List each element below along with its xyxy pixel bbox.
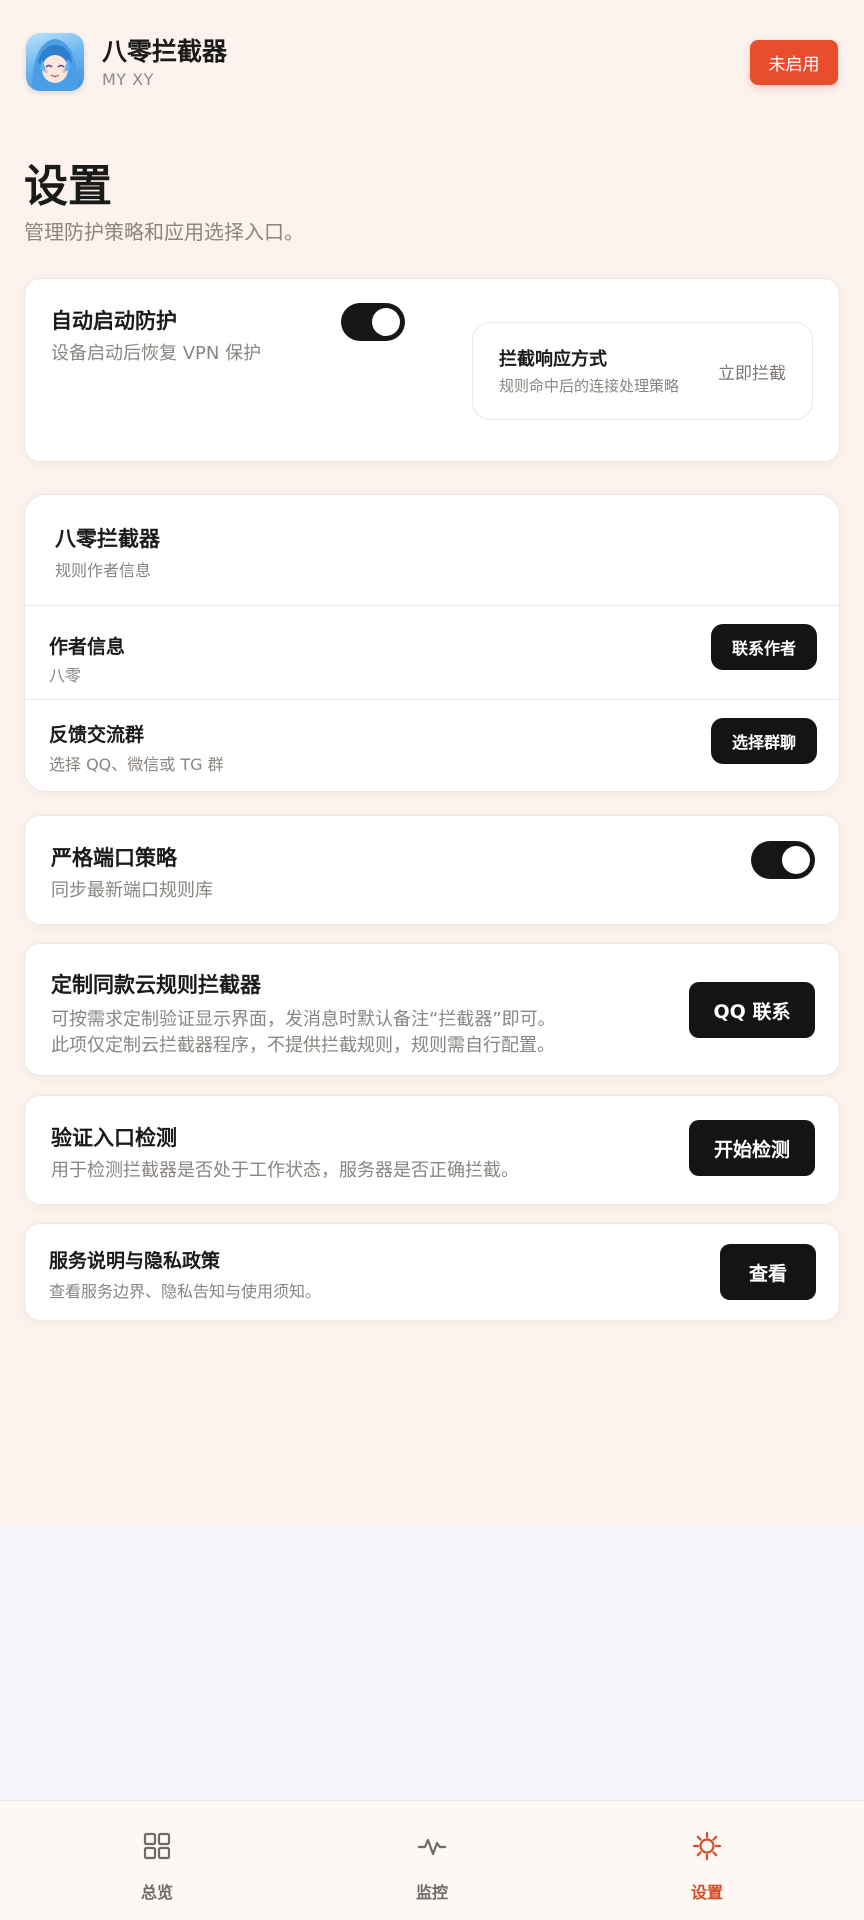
app-avatar[interactable] bbox=[26, 33, 84, 91]
choose-group-button[interactable]: 选择群聊 bbox=[711, 718, 817, 764]
toggle-knob bbox=[372, 308, 400, 336]
author-row-desc: 八零 bbox=[49, 666, 82, 685]
response-mode-title: 拦截响应方式 bbox=[499, 349, 607, 370]
app-name: 八零拦截器 bbox=[102, 37, 228, 66]
author-card: 八零拦截器 规则作者信息 作者信息 八零 联系作者 反馈交流群 选择 QQ、微信… bbox=[24, 494, 841, 793]
empty-area bbox=[0, 1525, 864, 1800]
nav-item-overview[interactable]: 总览 bbox=[97, 1801, 217, 1920]
strict-port-desc: 同步最新端口规则库 bbox=[51, 880, 213, 901]
page-subtitle: 管理防护策略和应用选择入口。 bbox=[24, 220, 304, 244]
verify-entry-desc: 用于检测拦截器是否处于工作状态，服务器是否正确拦截。 bbox=[51, 1160, 519, 1181]
contact-author-button[interactable]: 联系作者 bbox=[711, 624, 817, 670]
view-button[interactable]: 查看 bbox=[720, 1244, 816, 1300]
response-mode-desc: 规则命中后的连接处理策略 bbox=[499, 377, 680, 395]
author-card-title: 八零拦截器 bbox=[55, 527, 160, 551]
nav-label: 监控 bbox=[415, 1883, 448, 1902]
response-mode-value: 立即拦截 bbox=[718, 364, 786, 384]
auto-protect-toggle[interactable] bbox=[341, 303, 405, 341]
author-row-title: 作者信息 bbox=[49, 636, 126, 658]
grid-icon bbox=[143, 1832, 171, 1860]
custom-rules-desc-line1: 可按需求定制验证显示界面，发消息时默认备注“拦截器”即可。 bbox=[51, 1009, 556, 1030]
verify-entry-title: 验证入口检测 bbox=[51, 1126, 177, 1150]
author-row: 作者信息 八零 联系作者 bbox=[25, 606, 841, 700]
page-title: 设置 bbox=[24, 161, 112, 212]
custom-rules-card: 定制同款云规则拦截器 可按需求定制验证显示界面，发消息时默认备注“拦截器”即可。… bbox=[24, 943, 840, 1076]
toggle-knob bbox=[782, 846, 810, 874]
custom-rules-title: 定制同款云规则拦截器 bbox=[51, 973, 261, 997]
status-button[interactable]: 未启用 bbox=[750, 40, 838, 85]
pulse-icon bbox=[417, 1838, 447, 1856]
feedback-row-desc: 选择 QQ、微信或 TG 群 bbox=[49, 755, 224, 774]
nav-label: 总览 bbox=[140, 1883, 173, 1902]
qq-contact-button[interactable]: QQ 联系 bbox=[689, 982, 815, 1038]
strict-port-title: 严格端口策略 bbox=[51, 846, 177, 870]
app-subtitle: MY XY bbox=[102, 70, 154, 89]
auto-protect-title: 自动启动防护 bbox=[51, 309, 177, 333]
response-mode-card[interactable]: 拦截响应方式 规则命中后的连接处理策略 立即拦截 bbox=[472, 322, 813, 420]
app-header: 八零拦截器 MY XY 未启用 bbox=[0, 0, 864, 120]
auto-protect-card: 自动启动防护 设备启动后恢复 VPN 保护 拦截响应方式 规则命中后的连接处理策… bbox=[24, 278, 840, 462]
bottom-nav: 总览 监控 设置 bbox=[0, 1800, 864, 1920]
start-check-button[interactable]: 开始检测 bbox=[689, 1120, 815, 1176]
custom-rules-desc-line2: 此项仅定制云拦截器程序，不提供拦截规则，规则需自行配置。 bbox=[51, 1035, 555, 1056]
privacy-title: 服务说明与隐私政策 bbox=[49, 1250, 221, 1272]
privacy-desc: 查看服务边界、隐私告知与使用须知。 bbox=[49, 1282, 322, 1301]
nav-label: 设置 bbox=[690, 1883, 723, 1902]
feedback-row-title: 反馈交流群 bbox=[49, 724, 145, 746]
nav-item-settings[interactable]: 设置 bbox=[647, 1801, 767, 1920]
strict-port-card: 严格端口策略 同步最新端口规则库 bbox=[24, 815, 840, 925]
privacy-card: 服务说明与隐私政策 查看服务边界、隐私告知与使用须知。 查看 bbox=[24, 1223, 840, 1321]
strict-port-toggle[interactable] bbox=[751, 841, 815, 879]
gear-icon bbox=[692, 1831, 722, 1861]
nav-item-monitor[interactable]: 监控 bbox=[372, 1801, 492, 1920]
anime-avatar-icon bbox=[32, 39, 78, 91]
author-card-subtitle: 规则作者信息 bbox=[55, 561, 152, 580]
auto-protect-desc: 设备启动后恢复 VPN 保护 bbox=[51, 343, 262, 364]
feedback-row: 反馈交流群 选择 QQ、微信或 TG 群 选择群聊 bbox=[25, 700, 841, 793]
verify-entry-card: 验证入口检测 用于检测拦截器是否处于工作状态，服务器是否正确拦截。 开始检测 bbox=[24, 1095, 840, 1205]
